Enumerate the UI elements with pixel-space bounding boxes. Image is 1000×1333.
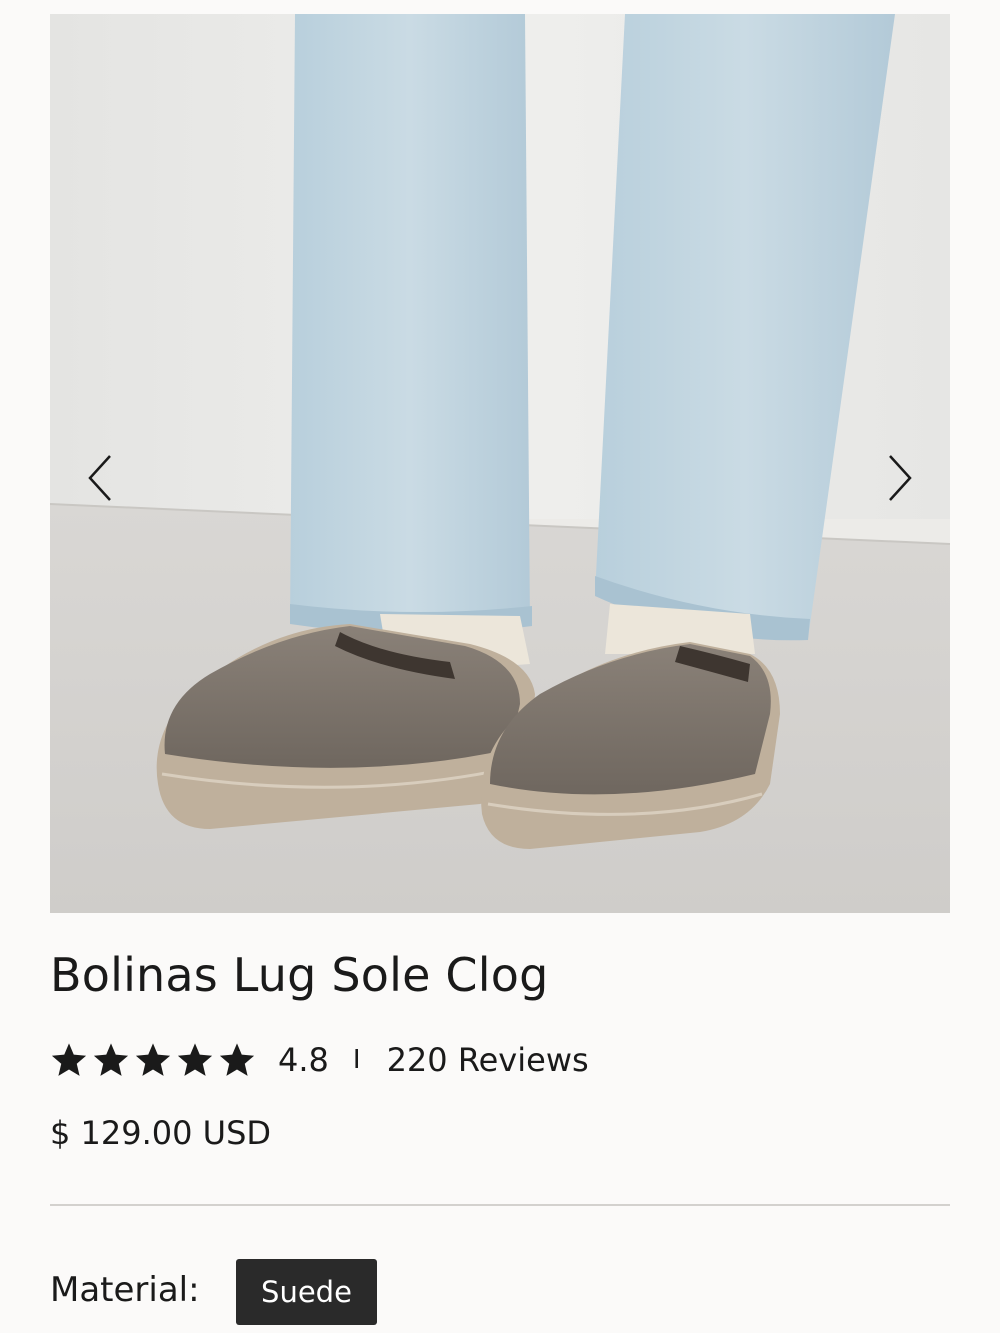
- reviews-link[interactable]: 220 Reviews: [387, 1041, 589, 1079]
- chevron-right-icon: [889, 455, 912, 501]
- rating-separator: I: [352, 1045, 361, 1075]
- material-label: Material:: [50, 1270, 200, 1310]
- product-title: Bolinas Lug Sole Clog: [50, 948, 549, 1002]
- section-divider: [50, 1204, 950, 1206]
- chevron-left-icon: [88, 455, 111, 501]
- product-photo: [50, 14, 950, 913]
- star-icon: [219, 1043, 255, 1076]
- carousel-next-button[interactable]: [870, 438, 930, 518]
- product-page: Bolinas Lug Sole Clog 4.8 I 220 Reviews …: [0, 0, 1000, 1333]
- star-icon: [51, 1043, 87, 1076]
- star-icon: [135, 1043, 171, 1076]
- rating-stars: [50, 1041, 256, 1079]
- product-price: $ 129.00 USD: [50, 1114, 272, 1152]
- star-icon: [93, 1043, 129, 1076]
- material-option-suede[interactable]: Suede: [236, 1259, 377, 1325]
- product-rating: 4.8 I 220 Reviews: [50, 1038, 589, 1082]
- star-icon: [177, 1043, 213, 1076]
- rating-value: 4.8: [278, 1041, 329, 1079]
- product-image-carousel[interactable]: [50, 14, 950, 913]
- carousel-prev-button[interactable]: [70, 438, 130, 518]
